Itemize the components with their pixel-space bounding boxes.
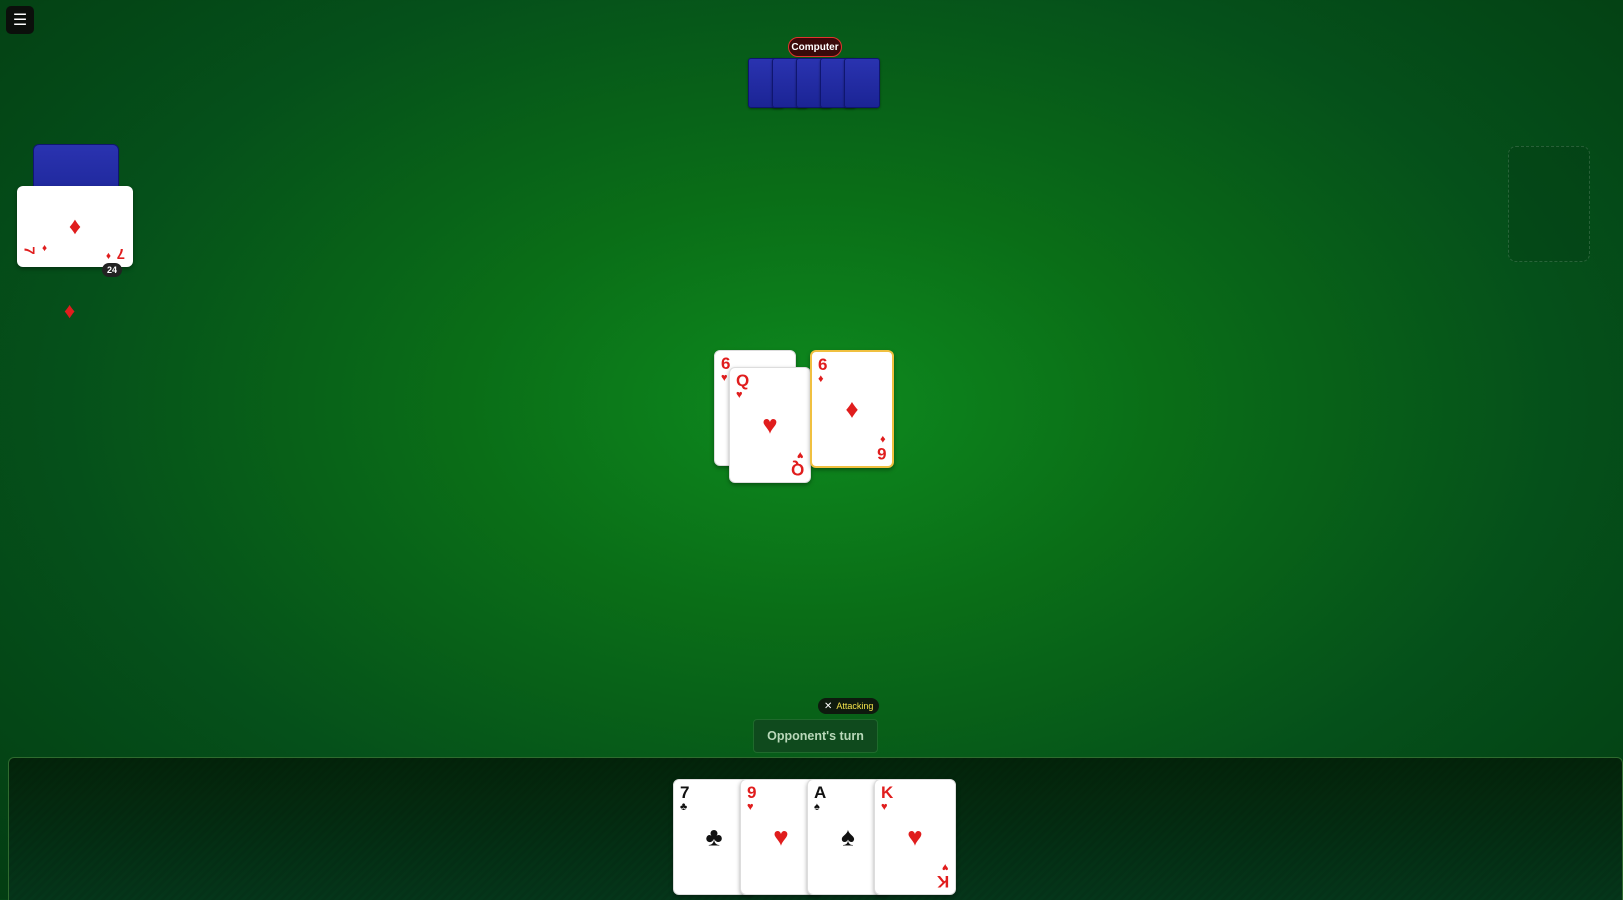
card-rank-bottom: 6 (876, 444, 886, 463)
menu-button[interactable]: ☰ (6, 6, 34, 34)
card-rank-bottom: K (936, 872, 949, 891)
trump-card: 7 ♦ 7 ♦ ♦ (17, 186, 133, 267)
discard-pile (1508, 146, 1590, 262)
trump-suit-icon: ♦ (64, 298, 76, 323)
opponent-label: Computer (788, 37, 842, 57)
card-suit: ♠ (814, 801, 820, 813)
card-suit: ♥ (736, 389, 743, 401)
deck-count-badge: 24 (102, 263, 122, 277)
card-rank: Q (736, 371, 750, 390)
status-badge: ✕ Attacking (818, 698, 880, 714)
card-suit-bottom: ♥ (797, 449, 804, 461)
card-suit: ♥ (747, 801, 754, 813)
menu-icon: ☰ (12, 12, 28, 29)
card-suit-bottom: ♦ (880, 433, 886, 445)
card-center-suit: ♣ (705, 821, 723, 852)
card-suit-bottom: ♥ (942, 861, 949, 873)
hand-card[interactable]: K ♥ ♥ ♥ K (874, 779, 956, 895)
attack-icon: ✕ (824, 700, 833, 712)
status-badge-label: Attacking (836, 701, 874, 711)
turn-button[interactable]: Opponent's turn (753, 719, 878, 753)
card-center-suit: ♥ (907, 821, 923, 852)
card-center-suit: ♠ (841, 821, 855, 852)
trump-card-rank: 7 (116, 245, 125, 262)
card-center-suit: ♦ (845, 393, 859, 424)
card-rank: K (881, 783, 894, 802)
card-suit: ♥ (881, 801, 888, 813)
trump-card-rank: 7 (20, 246, 38, 255)
card-rank: 6 (818, 355, 828, 374)
card-suit: ♦ (818, 373, 824, 385)
trump-card-center-suit: ♦ (68, 212, 82, 240)
trump-card-suit: ♦ (105, 250, 111, 261)
card-rank: 7 (680, 783, 690, 802)
trump-card-suit: ♦ (42, 243, 48, 254)
card-center-suit: ♥ (773, 821, 789, 852)
card-rank: 9 (747, 783, 757, 802)
opponent-card-back (844, 58, 880, 108)
card-rank-bottom: Q (790, 460, 804, 479)
table-defense-card: Q ♥ ♥ ♥ Q (729, 367, 811, 483)
card-center-suit: ♥ (762, 409, 778, 440)
card-suit: ♥ (721, 372, 728, 384)
card-rank: A (814, 783, 827, 802)
table-attack-card-highlighted[interactable]: 6 ♦ ♦ ♦ 6 (810, 350, 894, 468)
card-suit: ♣ (680, 801, 688, 813)
